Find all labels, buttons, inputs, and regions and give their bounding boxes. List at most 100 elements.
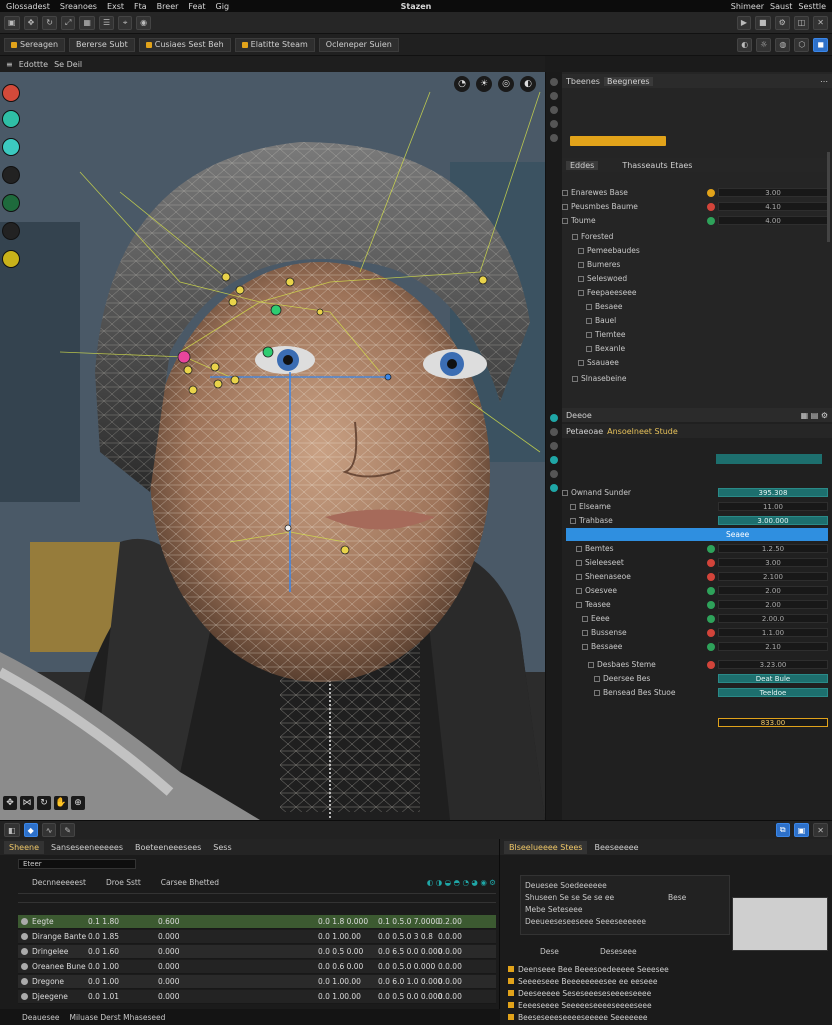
mesh-icon[interactable]: [550, 106, 558, 114]
footer-item[interactable]: Deauesee: [22, 1013, 60, 1022]
expand-icon[interactable]: [578, 247, 584, 254]
wire-icon[interactable]: ⬡: [794, 37, 810, 52]
inflate-tool-icon[interactable]: [2, 250, 20, 268]
expand-icon[interactable]: [562, 189, 568, 196]
tree-row[interactable]: Deersee Bes Deat Bule: [562, 672, 828, 685]
menu-right-item[interactable]: Saust: [770, 2, 792, 11]
modifier-icon[interactable]: [550, 92, 558, 100]
window-icon[interactable]: ◫: [793, 15, 810, 30]
view-persp-icon[interactable]: ◔: [454, 76, 470, 92]
value-field[interactable]: 3.00: [718, 558, 828, 567]
play-icon[interactable]: ▶: [736, 15, 751, 30]
grab-tool-icon[interactable]: [2, 166, 20, 184]
footer-item[interactable]: Miluase Derst Mhaseseed: [70, 1013, 166, 1022]
close-panel-icon[interactable]: ✕: [813, 823, 828, 837]
tree-row[interactable]: Ownand Sunder 395.308: [562, 486, 828, 499]
filter-icon[interactable]: [550, 414, 558, 422]
log-row[interactable]: Deenseee Bee Beeesoedeeeee Seeesee: [508, 963, 824, 975]
expand-icon[interactable]: [576, 587, 582, 594]
expand-icon[interactable]: [562, 203, 568, 210]
tree-row[interactable]: Bensead Bes Stuoe Teeldoe: [562, 686, 828, 699]
tab-scenes[interactable]: Tbeenes: [566, 77, 600, 86]
expand-icon[interactable]: [588, 661, 594, 668]
link-icon[interactable]: [550, 456, 558, 464]
tree-row[interactable]: Teasee 2.00: [562, 598, 828, 611]
maximize-icon[interactable]: ▣: [793, 823, 810, 837]
value-field-highlight[interactable]: 833.00: [718, 718, 828, 727]
menu-right-item[interactable]: Sesttle: [798, 2, 826, 11]
expand-icon[interactable]: [572, 375, 578, 382]
tree-row[interactable]: Sieleeseet 3.00: [562, 556, 828, 569]
tab-dopesheet[interactable]: Sanseseeneeeees: [46, 841, 128, 854]
active-view-icon[interactable]: ◼: [813, 37, 828, 52]
tree-row[interactable]: Elseame 11.00: [562, 500, 828, 513]
expand-icon[interactable]: [586, 331, 592, 338]
pencil-icon[interactable]: ✎: [60, 823, 76, 837]
table-row[interactable]: Djeegene 0.0 1.01 0.000 0.0 1.00.00 0.0 0.5 …: [18, 990, 496, 1004]
render-small-icon[interactable]: [550, 484, 558, 492]
tree-row[interactable]: Toume 4.00: [562, 214, 828, 227]
rotate-tool-icon[interactable]: ↻: [42, 15, 57, 30]
paint-tool-icon[interactable]: [2, 84, 20, 102]
light-icon[interactable]: ☼: [756, 37, 772, 52]
sculpt-tool-icon[interactable]: [2, 110, 20, 128]
camera-small-icon[interactable]: [550, 470, 558, 478]
app-menu[interactable]: Glossadest: [6, 2, 50, 11]
outliner-title[interactable]: Deeoe: [566, 411, 592, 420]
menu-item[interactable]: Feat: [188, 2, 205, 11]
value-field[interactable]: 11.00: [718, 502, 828, 511]
tab-scene[interactable]: Sheene: [4, 840, 44, 854]
value-field[interactable]: 2.00: [718, 600, 828, 609]
grid-icon[interactable]: ▦: [79, 15, 95, 30]
tree-row[interactable]: Forested: [562, 230, 828, 243]
value-field[interactable]: 2.100: [718, 572, 828, 581]
tree-row[interactable]: Peusmbes Baume 4.10: [562, 200, 828, 213]
tree-row[interactable]: Ssauaee: [562, 356, 828, 369]
zoom-icon[interactable]: ⊕: [71, 796, 85, 810]
keyframe-icon[interactable]: ◆: [23, 823, 38, 837]
tree-row[interactable]: Seleswoed: [562, 272, 828, 285]
table-row[interactable]: Dregone 0.0 1.00 0.000 0.0 1.00.00 0.0 6.0 1…: [18, 975, 496, 989]
expand-icon[interactable]: [586, 345, 592, 352]
value-field[interactable]: 2.00: [718, 586, 828, 595]
smooth-tool-icon[interactable]: [2, 138, 20, 156]
tree-row[interactable]: Besaee: [562, 300, 828, 313]
expand-icon[interactable]: [578, 275, 584, 282]
frame-icon[interactable]: ◧: [4, 823, 20, 837]
value-field[interactable]: 2.00.0: [718, 614, 828, 623]
value-field[interactable]: Deat Bule: [718, 674, 828, 683]
tree-row[interactable]: Feepaeeseee: [562, 286, 828, 299]
table-row[interactable]: Dringelee 0.0 1.60 0.000 0.0 0.5 0.00 0.0 6.…: [18, 945, 496, 959]
expand-icon[interactable]: [582, 629, 588, 636]
panel-tools-icon[interactable]: ▦ ▤ ⚙: [801, 411, 828, 420]
col-header[interactable]: Decnneeeeest: [18, 878, 86, 887]
value-field[interactable]: 4.00: [718, 216, 828, 225]
snap-icon[interactable]: ⌖: [118, 15, 133, 30]
stop-icon[interactable]: ■: [755, 15, 771, 30]
butterfly-icon[interactable]: ⋈: [20, 796, 34, 810]
tree-row-selected[interactable]: Seaee: [566, 528, 828, 541]
nav-icon[interactable]: ✥: [3, 796, 17, 810]
close-icon[interactable]: ✕: [813, 15, 828, 30]
viewport-subtitle[interactable]: Se Deil: [54, 60, 82, 69]
value-field[interactable]: Teeldoe: [718, 688, 828, 697]
tree-row[interactable]: Bessaee 2.10: [562, 640, 828, 653]
expand-icon[interactable]: [562, 217, 568, 224]
expand-icon[interactable]: [582, 643, 588, 650]
tree-row[interactable]: Pemeebaudes: [562, 244, 828, 257]
expand-icon[interactable]: [594, 675, 600, 682]
tree-row[interactable]: Bexanle: [562, 342, 828, 355]
expand-icon[interactable]: [578, 261, 584, 268]
tree-row[interactable]: Sheenaseoe 2.100: [562, 570, 828, 583]
log-row[interactable]: Deeseeeee Seseseeeseseeeeseeee: [508, 987, 824, 999]
panel-menu-icon[interactable]: ⋯: [820, 77, 828, 86]
menu-right-item[interactable]: Shimeer: [731, 2, 764, 11]
settings-icon[interactable]: ⚙: [774, 15, 790, 30]
menu-item[interactable]: Sreanoes: [60, 2, 97, 11]
view-shade-icon[interactable]: ◐: [520, 76, 536, 92]
tab-info[interactable]: Blseelueeee Stees: [504, 840, 588, 854]
tree-row[interactable]: 833.00: [562, 716, 828, 729]
view-cam-icon[interactable]: ◎: [498, 76, 514, 92]
search-input[interactable]: Eteer: [18, 859, 136, 869]
time-ruler[interactable]: [18, 893, 496, 903]
